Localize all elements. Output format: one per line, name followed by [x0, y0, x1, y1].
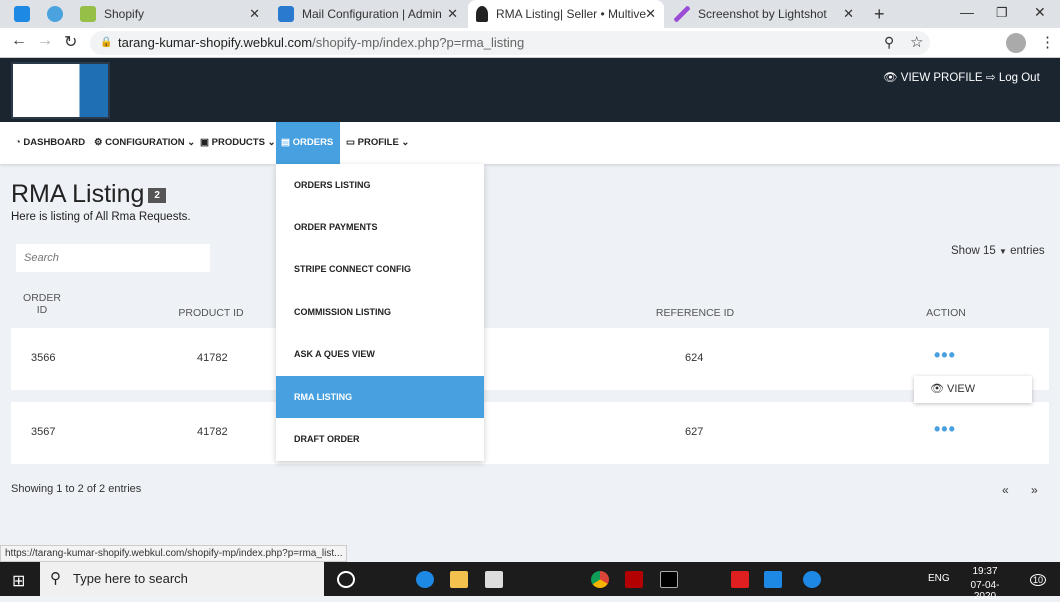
edge-icon[interactable]	[416, 571, 434, 588]
reload-icon[interactable]: ↻	[64, 32, 77, 52]
menu-icon[interactable]: ⋮	[1040, 33, 1055, 51]
eye-icon: 👁	[930, 383, 948, 395]
page-length: Show 15 ▼ entries	[951, 245, 1045, 257]
page-title: RMA Listing 2	[11, 180, 166, 209]
back-icon[interactable]: ←	[11, 32, 27, 50]
close-icon[interactable]: ✕	[645, 6, 656, 22]
search-icon: ⚲	[50, 570, 61, 587]
app-icon[interactable]	[731, 571, 749, 588]
menu-ask-a-ques-view[interactable]: ASK A QUES VIEW	[276, 333, 484, 375]
terminal-icon[interactable]	[660, 571, 678, 588]
nav-orders[interactable]: ▤ ORDERS ⌄	[276, 122, 340, 190]
header-action[interactable]: ACTION	[906, 307, 986, 319]
logo[interactable]	[11, 62, 110, 119]
address-bar: ← → ↻ 🔒 tarang-kumar-shopify.webkul.com/s…	[0, 28, 1060, 58]
menu-order-payments[interactable]: ORDER PAYMENTS	[276, 206, 484, 248]
close-icon[interactable]: ✕	[843, 6, 854, 22]
view-action[interactable]: 👁 VIEW	[914, 376, 1032, 403]
logout-icon: ⇨	[986, 72, 999, 84]
menu-draft-order[interactable]: DRAFT ORDER	[276, 418, 484, 460]
table-info: Showing 1 to 2 of 2 entries	[11, 483, 142, 495]
forward-icon[interactable]: →	[37, 32, 53, 50]
close-icon[interactable]: ✕	[447, 6, 458, 22]
mail-icon[interactable]	[485, 571, 503, 588]
menu-commission-listing[interactable]: COMMISSION LISTING	[276, 291, 484, 333]
tab-lightshot[interactable]: Screenshot by Lightshot ✕	[666, 0, 862, 28]
taskbar-search[interactable]: ⚲ Type here to search	[40, 562, 324, 596]
chat-icon[interactable]	[47, 6, 63, 22]
orders-dropdown: ORDERS LISTING ORDER PAYMENTS STRIPE CON…	[276, 164, 484, 461]
windows-start-icon[interactable]: ⊞	[12, 571, 25, 591]
restore-button[interactable]: ❐	[996, 5, 1008, 21]
avatar[interactable]	[1006, 33, 1026, 53]
feather-icon	[674, 6, 690, 22]
tab-shopify[interactable]: Shopify ✕	[72, 0, 268, 28]
count-badge: 2	[148, 187, 166, 203]
url-input[interactable]: 🔒 tarang-kumar-shopify.webkul.com/shopify…	[90, 31, 930, 55]
main-nav: ◔ DASHBOARD ⚙ CONFIGURATION ⌄ ▣ PRODUCTS…	[0, 122, 1060, 190]
page-length-select[interactable]: 15 ▼	[983, 245, 1007, 257]
nav-configuration[interactable]: ⚙ CONFIGURATION ⌄	[89, 122, 200, 164]
clock[interactable]: 19:37 07-04-2020	[960, 566, 1010, 602]
view-profile-link[interactable]: 👁 VIEW PROFILE	[883, 70, 983, 84]
menu-orders-listing[interactable]: ORDERS LISTING	[276, 164, 484, 206]
tab-rma-listing[interactable]: RMA Listing| Seller • Multivendor✕	[468, 0, 664, 28]
help-icon[interactable]	[803, 571, 821, 588]
taskbar: ⊞ ⚲ Type here to search ENG 19:37 07-04-20…	[0, 562, 1060, 602]
browser-tab-bar: Shopify ✕ Mail Configuration | Admin ✕ RMA…	[0, 0, 1060, 28]
app-icon[interactable]	[14, 6, 30, 22]
prev-page-button[interactable]: «	[1002, 483, 1009, 497]
nav-products[interactable]: ▣ PRODUCTS ⌄	[195, 122, 281, 164]
logout-link[interactable]: ⇨ Log Out	[986, 70, 1040, 84]
search-input[interactable]	[16, 244, 210, 272]
shopify-icon	[80, 6, 96, 22]
folder-icon[interactable]	[450, 571, 468, 588]
page-subtitle: Here is listing of All Rma Requests.	[11, 211, 191, 223]
header-reference-id[interactable]: REFERENCE ID	[640, 307, 750, 319]
vscode-icon[interactable]	[764, 571, 782, 588]
table-row: 3567 41782 627 •••	[11, 402, 1049, 464]
language-indicator[interactable]: ENG	[928, 573, 950, 584]
close-window-button[interactable]: ✕	[1034, 4, 1046, 21]
status-url: https://tarang-kumar-shopify.webkul.com/…	[0, 545, 348, 562]
eye-icon: 👁	[883, 72, 901, 84]
menu-rma-listing[interactable]: RMA LISTING	[276, 376, 484, 418]
close-icon[interactable]: ✕	[249, 6, 260, 22]
table-row: 3566 41782 624 •••	[11, 328, 1049, 390]
more-actions-button[interactable]: •••	[934, 345, 956, 366]
nav-dashboard[interactable]: ◔ DASHBOARD	[10, 122, 90, 164]
header-product-id[interactable]: PRODUCT ID	[160, 307, 262, 319]
star-icon[interactable]: ☆	[910, 33, 923, 51]
calendar-icon	[278, 6, 294, 22]
chrome-icon[interactable]	[591, 571, 609, 588]
header-order-id[interactable]: ORDER ID	[20, 292, 64, 316]
user-icon	[476, 6, 488, 22]
filezilla-icon[interactable]	[625, 571, 643, 588]
tab-mail-config[interactable]: Mail Configuration | Admin ✕	[270, 0, 466, 28]
more-actions-button[interactable]: •••	[934, 419, 956, 440]
cortana-icon[interactable]	[337, 571, 355, 588]
new-tab-button[interactable]: +	[874, 4, 885, 25]
next-page-button[interactable]: »	[1031, 483, 1038, 497]
menu-stripe-connect-config[interactable]: STRIPE CONNECT CONFIG	[276, 248, 484, 290]
nav-profile[interactable]: ▭ PROFILE ⌄	[341, 122, 414, 164]
minimize-button[interactable]: —	[960, 4, 974, 20]
zoom-icon[interactable]: ⚲	[884, 34, 894, 51]
site-header: 👁 VIEW PROFILE ⇨ Log Out	[0, 58, 1060, 122]
notifications-badge[interactable]: 10	[1030, 574, 1047, 586]
lock-icon: 🔒	[100, 37, 113, 48]
